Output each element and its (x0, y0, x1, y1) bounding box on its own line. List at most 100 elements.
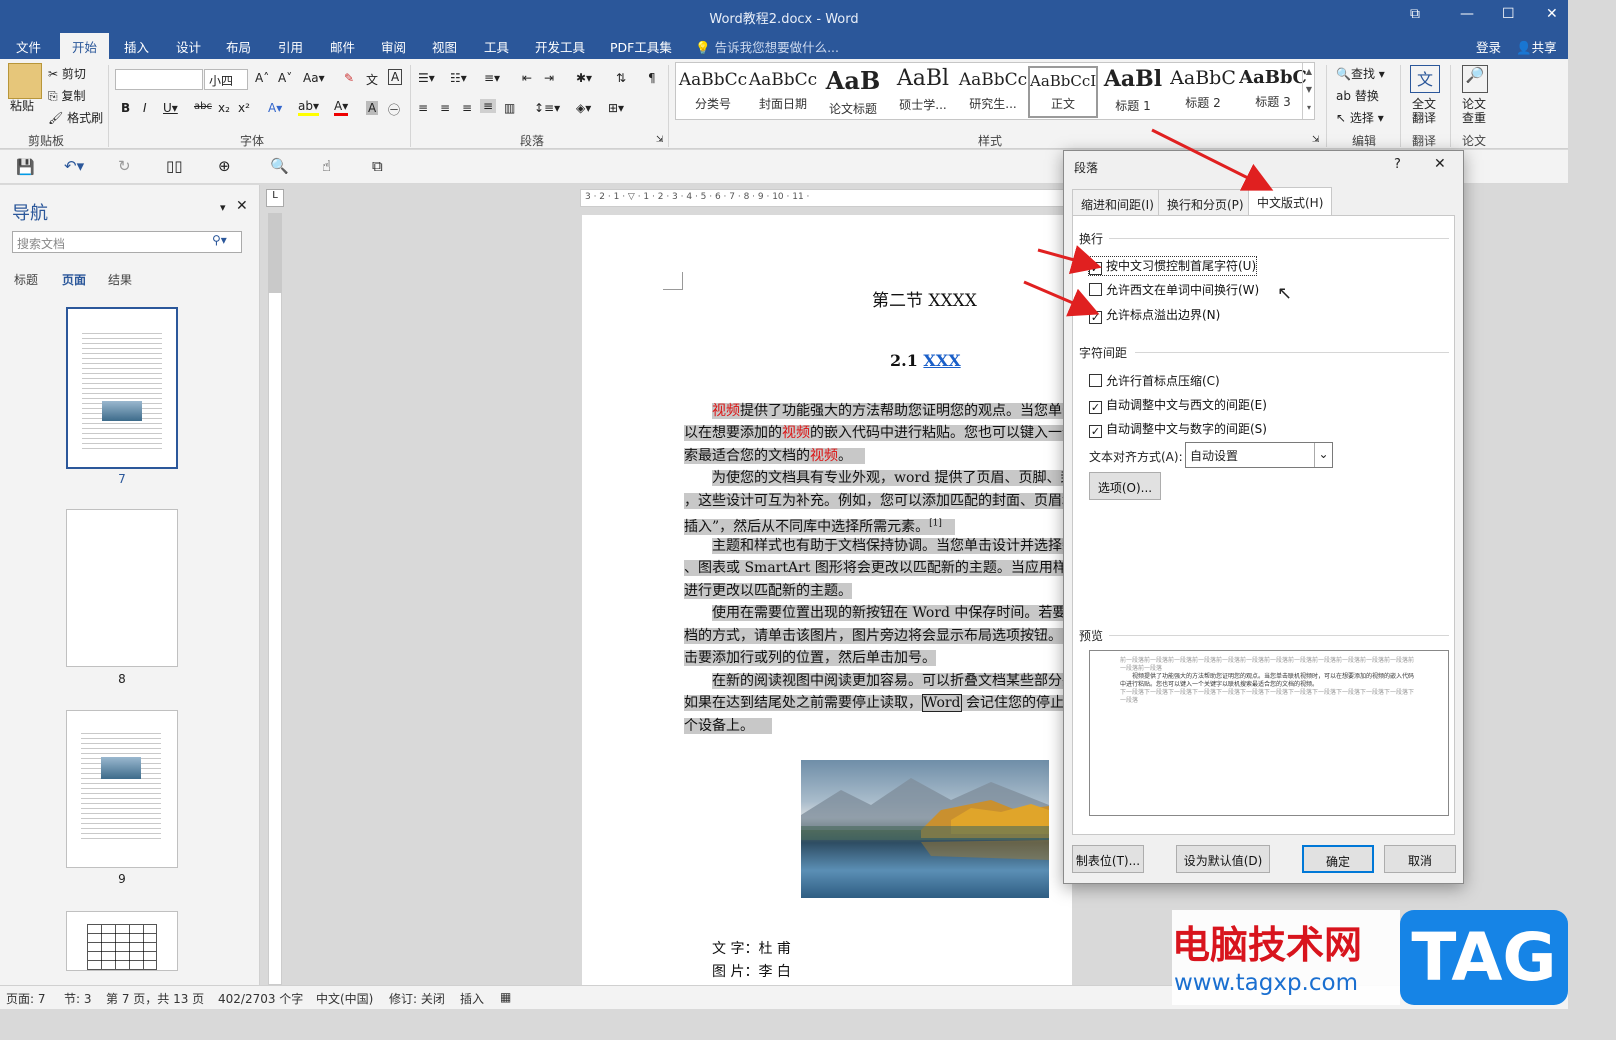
select-button[interactable]: ↖ 选择 ▾ (1336, 109, 1384, 126)
distributed-icon[interactable]: ▥ (504, 101, 515, 115)
align-right-icon[interactable]: ≡ (462, 101, 472, 115)
tab-insert[interactable]: 插入 (124, 37, 149, 56)
tab-references[interactable]: 引用 (278, 37, 303, 56)
font-name-combo[interactable] (115, 69, 203, 90)
find-button[interactable]: 🔍查找 ▾ (1336, 65, 1385, 82)
underline-icon[interactable]: U▾ (163, 101, 178, 115)
char-border-icon[interactable]: A (388, 69, 403, 85)
strikethrough-icon[interactable]: abc (194, 101, 212, 112)
style-item[interactable]: AaBl 硕士学... (888, 66, 958, 118)
nav-tab-pages[interactable]: 页面 (62, 271, 86, 288)
line-spacing-icon[interactable]: ↕≡▾ (534, 101, 560, 115)
text-effects-icon[interactable]: A▾ (268, 101, 282, 115)
redo-icon[interactable]: ↻ (118, 157, 131, 175)
print-preview-icon[interactable]: 🔍 (270, 157, 289, 175)
checkbox-auto-space-latin[interactable]: ✓ 自动调整中文与西文的间距(E) (1089, 396, 1267, 414)
highlight-icon[interactable]: ab▾ (298, 99, 319, 116)
text-alignment-select[interactable]: 自动设置 ⌄ (1185, 442, 1333, 468)
dialog-close-button[interactable]: ✕ (1434, 156, 1446, 172)
ribbon-display-icon[interactable]: ⧉ (1410, 6, 1420, 22)
paste-icon[interactable] (8, 63, 42, 99)
style-item[interactable]: AaBl 标题 1 (1098, 66, 1168, 118)
font-color-icon[interactable]: A▾ (334, 99, 349, 116)
borders-icon[interactable]: ⊞▾ (608, 101, 624, 115)
italic-icon[interactable]: I (143, 101, 147, 115)
touch-mode-icon[interactable]: ☝ (322, 157, 331, 175)
cancel-button[interactable]: 取消 (1384, 845, 1456, 873)
status-word-count[interactable]: 402/2703 个字 (218, 990, 303, 1007)
checkbox-auto-space-digit[interactable]: ✓ 自动调整中文与数字的间距(S) (1089, 420, 1267, 438)
tab-review[interactable]: 审阅 (381, 37, 406, 56)
cut-button[interactable]: ✂ 剪切 (48, 65, 86, 82)
numbering-icon[interactable]: ☷▾ (450, 71, 467, 85)
macro-icon[interactable]: ▦ (500, 990, 511, 1004)
plagiarism-button[interactable]: 论文 查重 (1462, 97, 1486, 125)
style-item[interactable]: AaB 论文标题 (818, 66, 888, 118)
align-center-icon[interactable]: ≡ (440, 101, 450, 115)
tell-me-box[interactable]: 💡 告诉我您想要做什么... (695, 37, 839, 56)
nav-search-input[interactable]: 搜索文档 (12, 231, 242, 253)
style-item[interactable]: AaBbCc 研究生... (958, 66, 1028, 118)
page-thumbnail[interactable] (66, 509, 178, 667)
help-button[interactable]: ? (1394, 157, 1401, 172)
tab-selector[interactable]: L (266, 189, 284, 207)
shrink-font-icon[interactable]: A˅ (278, 71, 292, 85)
minimize-icon[interactable]: — (1460, 6, 1474, 22)
style-item[interactable]: AaBbCcI 正文 (1028, 66, 1098, 118)
align-left-icon[interactable]: ≡ (418, 101, 428, 115)
landscape-image[interactable] (801, 760, 1049, 898)
plagiarism-icon[interactable]: 🔎 (1462, 65, 1488, 93)
shading-icon[interactable]: ◈▾ (576, 101, 591, 115)
bold-icon[interactable]: B (121, 101, 130, 115)
decrease-indent-icon[interactable]: ⇤ (522, 71, 532, 85)
tab-file[interactable]: 文件 (16, 37, 41, 56)
chinese-layout-icon[interactable]: ✱▾ (576, 71, 592, 85)
tab-design[interactable]: 设计 (176, 37, 201, 56)
styles-launcher-icon[interactable]: ⇲ (1312, 135, 1320, 145)
enclose-char-icon[interactable]: ㊀ (388, 101, 400, 118)
customize-icon[interactable]: ⧉ (372, 157, 383, 175)
style-item[interactable]: AaBbC 标题 2 (1168, 66, 1238, 118)
nav-tab-results[interactable]: 结果 (108, 271, 132, 288)
increase-indent-icon[interactable]: ⇥ (544, 71, 554, 85)
bullets-icon[interactable]: ☰▾ (418, 71, 435, 85)
page-thumbnail[interactable] (66, 911, 178, 971)
ok-button[interactable]: 确定 (1302, 845, 1374, 873)
options-button[interactable]: 选项(O)... (1089, 472, 1161, 500)
font-size-combo[interactable]: 小四 (204, 69, 248, 90)
tab-developer[interactable]: 开发工具 (535, 37, 585, 56)
page-thumbnail[interactable] (66, 710, 178, 868)
status-insert-mode[interactable]: 插入 (460, 990, 484, 1007)
set-default-button[interactable]: 设为默认值(D) (1176, 845, 1270, 873)
maximize-icon[interactable]: ☐ (1502, 6, 1515, 22)
change-case-icon[interactable]: Aa▾ (303, 71, 325, 85)
nav-options-icon[interactable]: ▾ (220, 201, 226, 214)
status-page[interactable]: 页面: 7 (6, 990, 46, 1007)
status-section[interactable]: 节: 3 (64, 990, 92, 1007)
paste-button[interactable]: 粘贴 (10, 97, 34, 114)
tab-tools[interactable]: 工具 (484, 37, 509, 56)
replace-button[interactable]: ab 替换 (1336, 87, 1379, 104)
status-page-of[interactable]: 第 7 页，共 13 页 (106, 990, 204, 1007)
clear-format-icon[interactable]: ✎ (344, 71, 354, 85)
nav-close-icon[interactable]: ✕ (236, 198, 248, 214)
page-thumbnail[interactable] (66, 307, 178, 469)
subheading-link[interactable]: XXX (923, 351, 960, 370)
status-language[interactable]: 中文(中国) (316, 990, 373, 1007)
share-button[interactable]: 👤共享 (1516, 37, 1557, 56)
undo-icon[interactable]: ↶▾ (64, 157, 84, 175)
save-icon[interactable]: 💾 (16, 158, 35, 176)
sort-icon[interactable]: ⇅ (616, 71, 626, 85)
show-marks-icon[interactable]: ¶ (648, 71, 656, 85)
translate-icon[interactable]: 文 (1410, 65, 1440, 93)
status-track-changes[interactable]: 修订: 关闭 (389, 990, 445, 1007)
grow-font-icon[interactable]: A˄ (255, 71, 269, 85)
checkbox-compress-punct[interactable]: 允许行首标点压缩(C) (1089, 372, 1220, 389)
tab-home[interactable]: 开始 (60, 33, 110, 59)
subscript-icon[interactable]: x₂ (218, 101, 230, 115)
format-painter-button[interactable]: 🖌 格式刷 (48, 109, 103, 126)
gallery-scroll[interactable]: ▲ ▼ ▾ (1302, 63, 1315, 119)
paragraph-launcher-icon[interactable]: ⇲ (656, 135, 664, 145)
footnote-ref[interactable]: [1] (929, 518, 942, 528)
tabs-button[interactable]: 制表位(T)... (1072, 845, 1144, 873)
